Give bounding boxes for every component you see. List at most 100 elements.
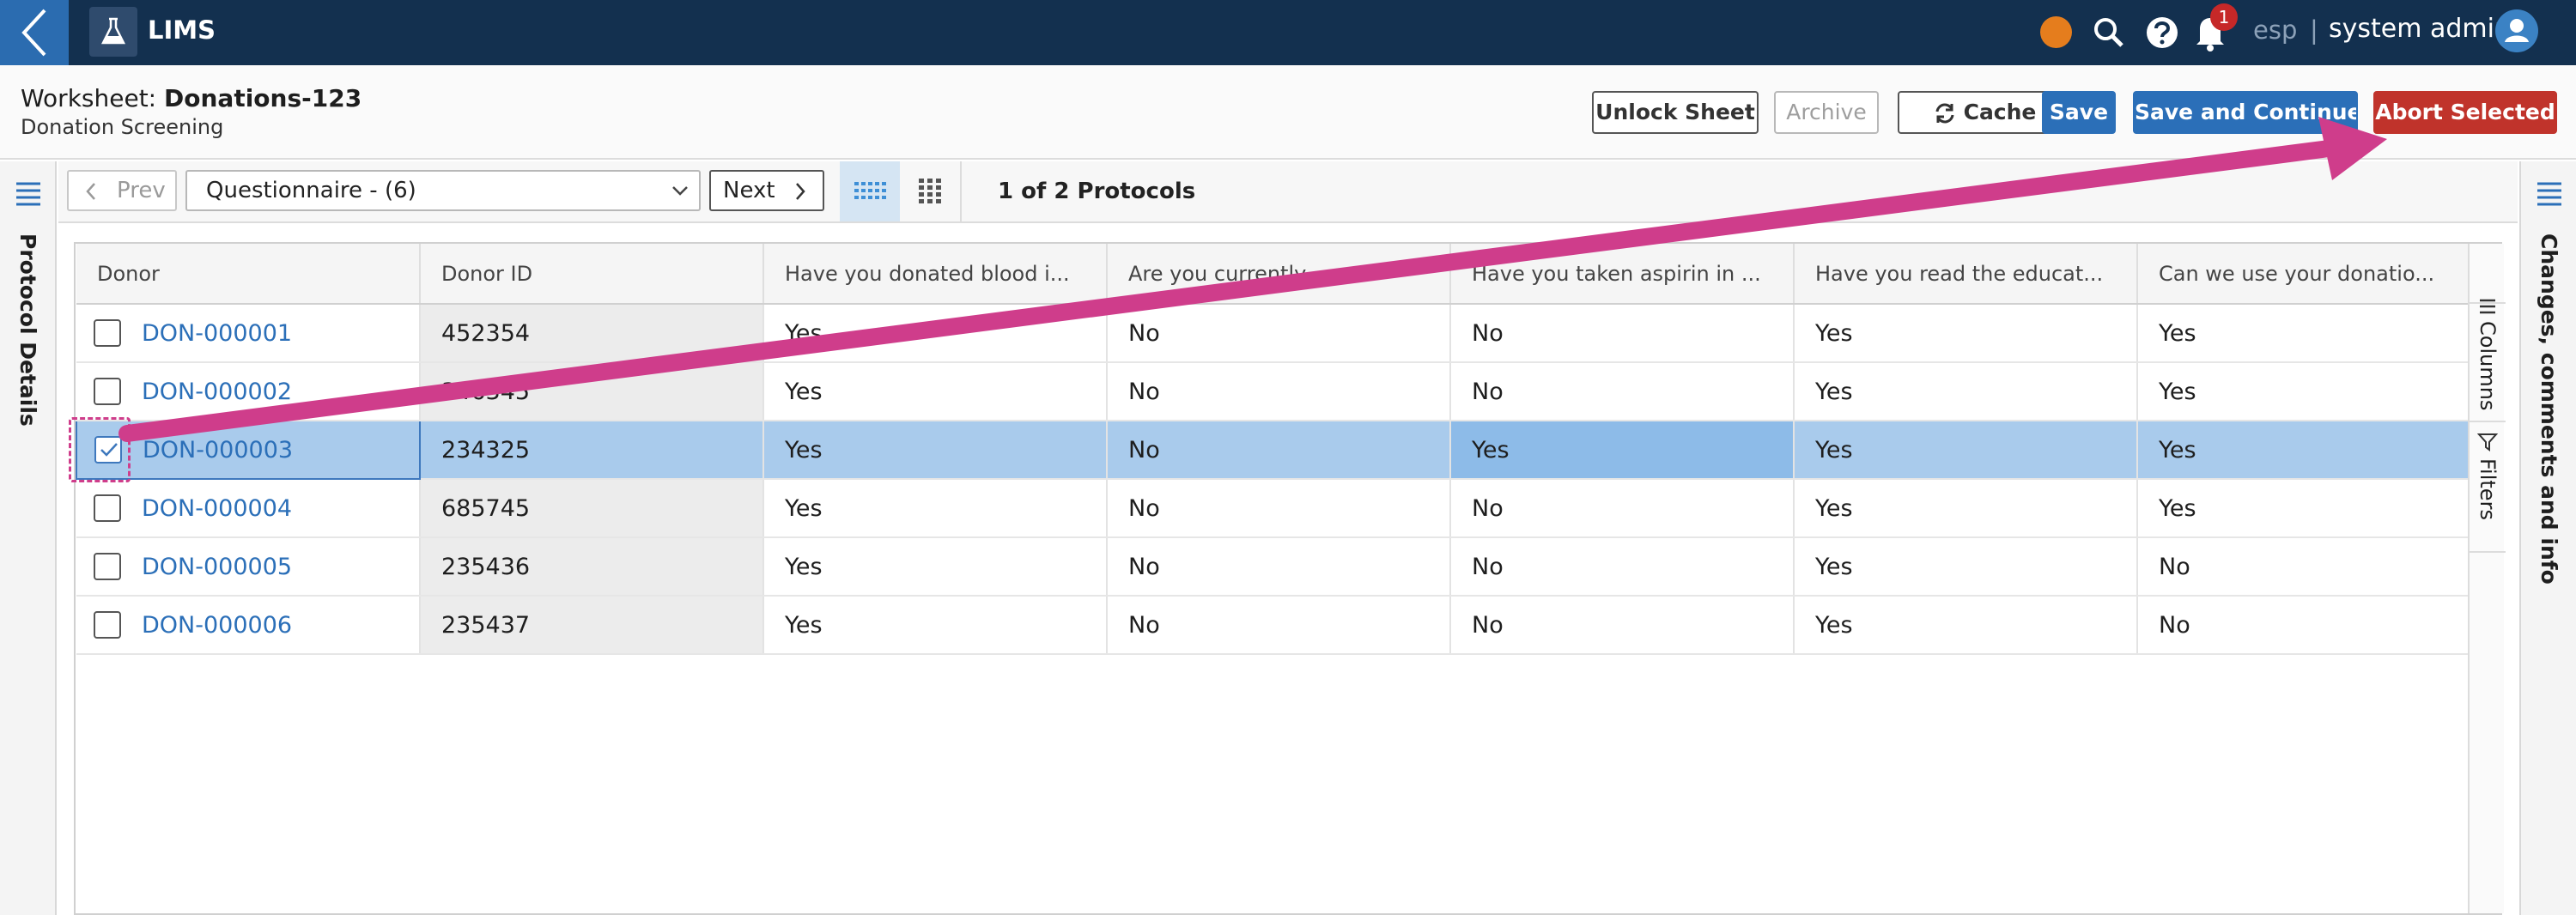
- language-selector[interactable]: esp: [2253, 15, 2297, 45]
- table-row[interactable]: DON-000002 346345 Yes No No Yes Yes: [76, 362, 2470, 421]
- row-checkbox[interactable]: [94, 611, 121, 639]
- abort-selected-button[interactable]: Abort Selected: [2373, 91, 2557, 134]
- donor-link[interactable]: DON-000004: [142, 495, 292, 522]
- donor-id-cell[interactable]: 452354: [420, 304, 764, 363]
- row-checkbox[interactable]: [94, 378, 121, 406]
- answer-cell[interactable]: No: [1107, 304, 1451, 363]
- changes-comments-label[interactable]: Changes, comments and info: [2537, 233, 2561, 585]
- donor-cell[interactable]: DON-000005: [76, 537, 421, 597]
- save-and-continue-button[interactable]: Save and Continue: [2133, 91, 2358, 134]
- donor-table: Donor Donor ID Have you donated blood i.…: [76, 244, 2470, 655]
- filters-tab[interactable]: Filters: [2470, 424, 2506, 553]
- donor-id-cell[interactable]: 685745: [420, 479, 764, 538]
- answer-cell[interactable]: Yes: [2137, 421, 2470, 480]
- unlock-sheet-button[interactable]: Unlock Sheet: [1592, 91, 1759, 134]
- archive-button[interactable]: Archive: [1774, 91, 1879, 134]
- list-icon[interactable]: [15, 180, 42, 206]
- answer-cell[interactable]: No: [1107, 362, 1451, 421]
- answer-cell[interactable]: No: [1450, 537, 1795, 597]
- column-header-q3[interactable]: Have you taken aspirin in ...: [1450, 244, 1795, 305]
- answer-cell[interactable]: No: [2137, 537, 2470, 597]
- column-header-q4[interactable]: Have you read the educat...: [1794, 244, 2138, 305]
- answer-cell[interactable]: Yes: [2137, 479, 2470, 538]
- donor-link[interactable]: DON-000002: [142, 379, 292, 405]
- table-row[interactable]: DON-000004 685745 Yes No No Yes Yes: [76, 479, 2470, 538]
- answer-cell[interactable]: No: [1107, 479, 1451, 538]
- protocol-details-label[interactable]: Protocol Details: [15, 233, 40, 427]
- save-button[interactable]: Save: [2042, 91, 2116, 134]
- row-checkbox[interactable]: [94, 553, 121, 581]
- user-name[interactable]: system admin: [2329, 14, 2511, 44]
- donor-id-cell[interactable]: 234325: [420, 421, 764, 480]
- donor-link[interactable]: DON-000006: [142, 612, 292, 639]
- table-row[interactable]: DON-000001 452354 Yes No No Yes Yes: [76, 304, 2470, 363]
- notification-badge: 1: [2210, 3, 2238, 31]
- answer-cell[interactable]: Yes: [763, 304, 1108, 363]
- row-checkbox[interactable]: [94, 319, 121, 348]
- donor-cell[interactable]: DON-000006: [76, 596, 421, 655]
- answer-cell[interactable]: Yes: [1794, 479, 2138, 538]
- answer-cell[interactable]: No: [1107, 537, 1451, 597]
- answer-cell[interactable]: Yes: [1794, 304, 2138, 363]
- row-checkbox-checked[interactable]: [94, 436, 122, 464]
- answer-cell[interactable]: No: [1107, 421, 1451, 480]
- column-header-donor[interactable]: Donor: [76, 244, 421, 305]
- donor-link[interactable]: DON-000003: [143, 437, 293, 464]
- changes-panel[interactable]: Changes, comments and info: [2519, 161, 2576, 915]
- donor-cell[interactable]: DON-000002: [76, 362, 421, 421]
- donor-id-cell[interactable]: 235436: [420, 537, 764, 597]
- protocol-details-panel[interactable]: Protocol Details: [0, 161, 57, 915]
- table-row-selected[interactable]: DON-000003 234325 Yes No Yes Yes Yes: [76, 420, 2470, 480]
- chevron-right-icon: [796, 183, 805, 200]
- answer-cell[interactable]: Yes: [763, 596, 1108, 655]
- columns-tab[interactable]: Columns: [2470, 288, 2506, 422]
- answer-cell[interactable]: Yes: [1794, 596, 2138, 655]
- answer-cell[interactable]: No: [1107, 596, 1451, 655]
- table-row[interactable]: DON-000006 235437 Yes No No Yes No: [76, 596, 2470, 655]
- column-header-q1[interactable]: Have you donated blood i...: [763, 244, 1108, 305]
- status-dot-icon[interactable]: [2040, 16, 2072, 48]
- answer-cell[interactable]: Yes: [1794, 537, 2138, 597]
- answer-cell[interactable]: Yes: [1794, 362, 2138, 421]
- donor-cell[interactable]: DON-000001: [76, 304, 421, 363]
- columns-tab-label: Columns: [2476, 321, 2500, 411]
- donor-id-cell[interactable]: 235437: [420, 596, 764, 655]
- donor-cell[interactable]: DON-000003: [76, 420, 421, 480]
- answer-cell[interactable]: Yes: [763, 421, 1108, 480]
- column-header-q2[interactable]: Are you currently ...: [1107, 244, 1451, 305]
- answer-cell[interactable]: No: [1450, 304, 1795, 363]
- answer-cell[interactable]: No: [1450, 479, 1795, 538]
- donor-link[interactable]: DON-000005: [142, 554, 292, 580]
- answer-cell[interactable]: Yes: [1794, 421, 2138, 480]
- search-icon[interactable]: [2090, 14, 2128, 52]
- next-button[interactable]: Next: [709, 170, 824, 211]
- list-icon[interactable]: [2536, 180, 2563, 206]
- avatar[interactable]: [2495, 9, 2538, 52]
- answer-cell[interactable]: Yes: [763, 479, 1108, 538]
- answer-cell[interactable]: No: [1450, 596, 1795, 655]
- grid-side-tabs: Columns Filters: [2468, 244, 2506, 913]
- back-button[interactable]: [0, 0, 69, 65]
- donor-link[interactable]: DON-000001: [142, 320, 292, 347]
- answer-cell[interactable]: Yes: [2137, 362, 2470, 421]
- dense-grid-icon: [854, 182, 886, 199]
- dense-view-button[interactable]: [840, 161, 900, 221]
- protocol-select[interactable]: Questionnaire - (6): [185, 170, 701, 211]
- grid-view-button[interactable]: [900, 161, 960, 221]
- donor-id-cell[interactable]: 346345: [420, 362, 764, 421]
- prev-button[interactable]: Prev: [67, 170, 177, 211]
- app-logo[interactable]: [89, 7, 137, 57]
- answer-cell[interactable]: No: [2137, 596, 2470, 655]
- table-row[interactable]: DON-000005 235436 Yes No No Yes No: [76, 537, 2470, 597]
- help-icon[interactable]: [2143, 14, 2181, 52]
- column-header-q5[interactable]: Can we use your donatio...: [2137, 244, 2470, 305]
- donor-cell[interactable]: DON-000004: [76, 479, 421, 538]
- answer-cell[interactable]: Yes: [763, 362, 1108, 421]
- answer-cell[interactable]: No: [1450, 362, 1795, 421]
- column-header-donor-id[interactable]: Donor ID: [420, 244, 764, 305]
- answer-cell[interactable]: Yes: [1450, 421, 1795, 480]
- answer-cell[interactable]: Yes: [763, 537, 1108, 597]
- filters-tab-label: Filters: [2476, 458, 2500, 520]
- row-checkbox[interactable]: [94, 494, 121, 523]
- answer-cell[interactable]: Yes: [2137, 304, 2470, 363]
